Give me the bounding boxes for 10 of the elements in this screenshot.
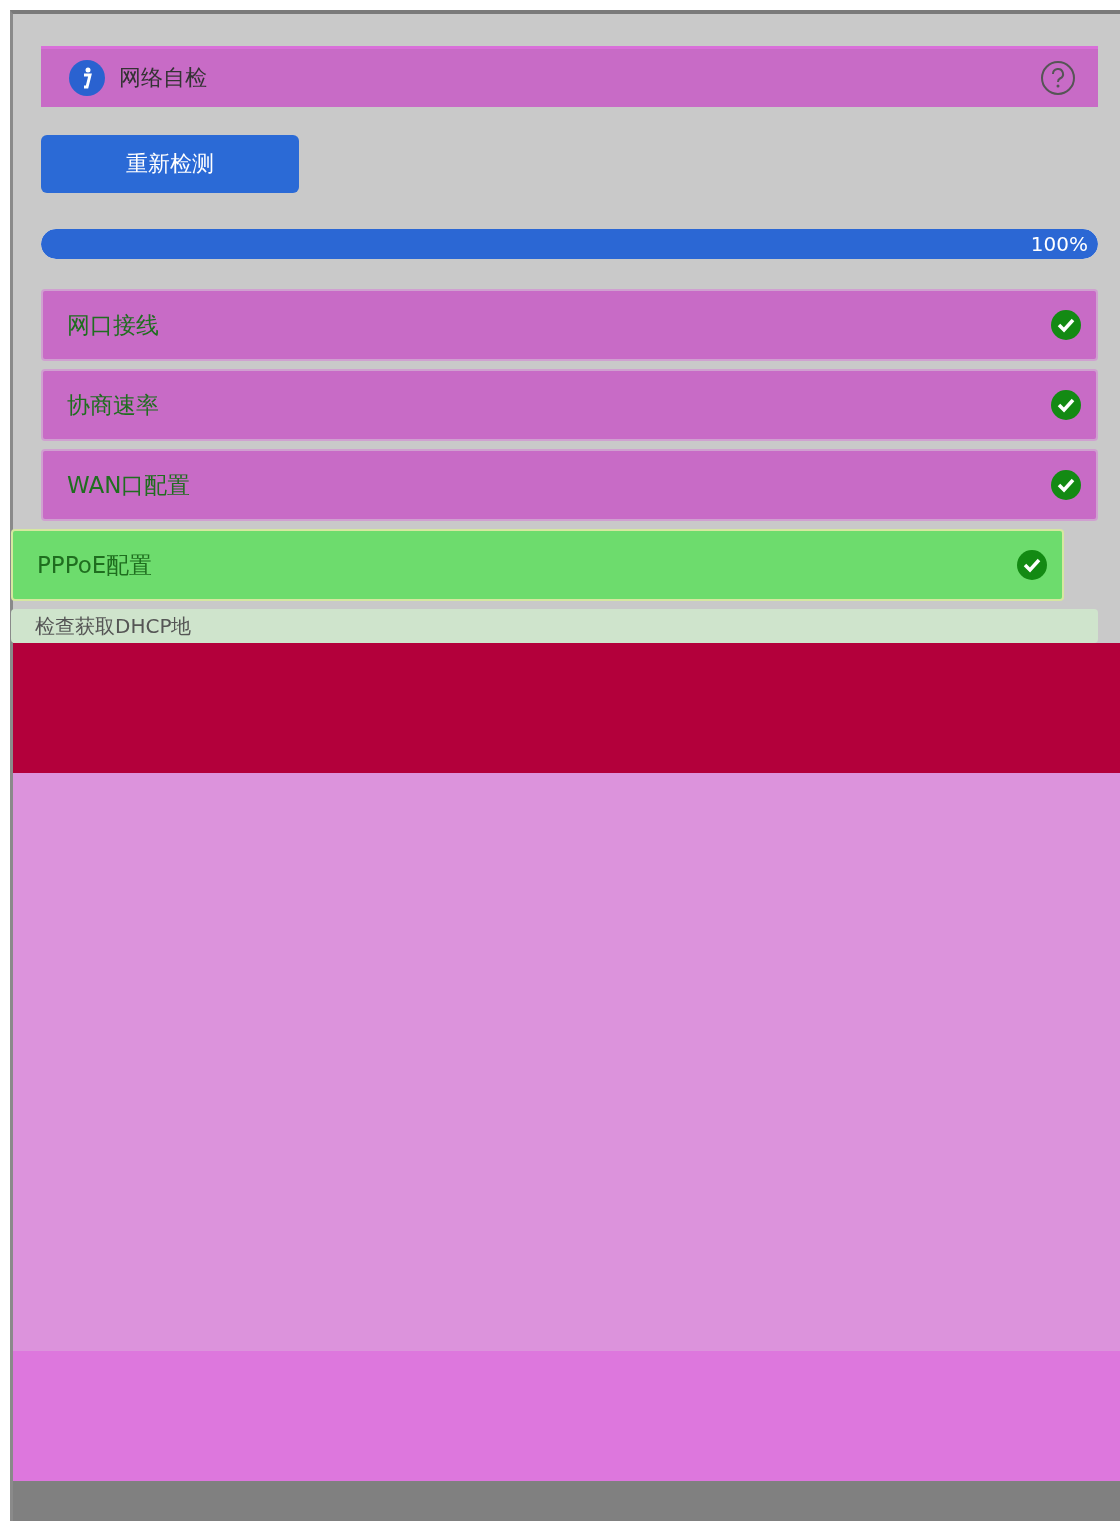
progress-percent: 100%	[1030, 232, 1089, 256]
info-icon	[69, 60, 105, 96]
help-icon[interactable]	[1040, 60, 1076, 96]
recheck-button[interactable]: 重新检测	[41, 135, 299, 193]
check-label: 检查获取DHCP地	[35, 612, 193, 640]
panel-title: 网络自检	[119, 64, 208, 92]
check-label: 协商速率	[67, 390, 160, 420]
check-label: PPPoE配置	[37, 550, 154, 580]
check-label: 网口接线	[67, 310, 160, 340]
check-label: WAN口配置	[67, 470, 192, 500]
